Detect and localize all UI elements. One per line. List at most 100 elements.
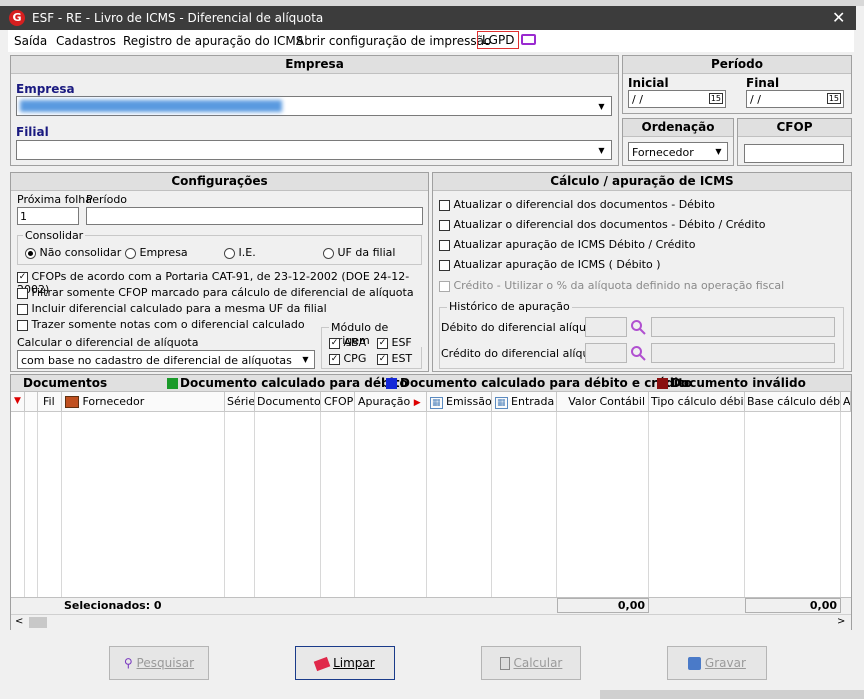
checkbox[interactable]: ✓ [17,271,28,283]
checkbox[interactable]: ✓ [329,353,340,365]
chevron-down-icon[interactable]: ▼ [298,352,313,367]
monitor-icon[interactable] [521,34,536,45]
check-incluir-diferencial[interactable]: Incluir diferencial calculado para a mes… [17,302,327,315]
check-atualizar-debito-credito[interactable]: Atualizar o diferencial dos documentos -… [439,218,766,231]
calcular-diferencial-select[interactable]: com base no cadastro de diferencial de a… [17,350,315,369]
checkbox[interactable] [439,219,450,231]
chevron-down-icon[interactable]: ▼ [711,144,726,159]
inicial-label: Inicial [628,76,669,90]
cfop-input[interactable] [744,144,844,163]
checkbox[interactable] [17,303,28,315]
check-cpg[interactable]: ✓ CPG [329,352,366,365]
menu-registro-apuracao[interactable]: Registro de apuração do ICMS [123,34,303,48]
col-emissao[interactable]: ▦ Emissão [427,392,492,412]
legend-swatch-debito-credito [386,378,397,389]
proxima-folha-label: Próxima folha [17,193,93,206]
title-bar: G ESF - RE - Livro de ICMS - Diferencial… [0,6,856,30]
empresa-select[interactable]: ▼ [16,96,612,116]
inicial-date-input[interactable]: / / 15 [628,90,726,108]
documentos-grid[interactable]: ▼ Fil Fornecedor Série Documento CFOP Ap… [11,392,851,607]
check-esf[interactable]: ✓ ESF [377,336,412,349]
col-apuracao[interactable]: Apuração ▶ [355,392,427,412]
horizontal-scrollbar[interactable]: < > [11,614,851,630]
check-atualizar-debito[interactable]: Atualizar o diferencial dos documentos -… [439,198,715,211]
legend-invalido: Documento inválido [671,376,806,390]
col-emissao-label: Emissão [446,395,492,408]
check-apuracao-debito[interactable]: Atualizar apuração de ICMS ( Débito ) [439,258,661,271]
menu-saida[interactable]: Saída [14,34,47,48]
col-entrada-label: Entrada [511,395,555,408]
proxima-folha-value: 1 [20,210,27,223]
col-cfop[interactable]: CFOP [321,392,355,412]
scroll-left-icon[interactable]: < [15,616,23,627]
check-apuracao-debito-credito[interactable]: Atualizar apuração de ICMS Débito / Créd… [439,238,695,251]
col-fornecedor[interactable]: Fornecedor [62,392,225,412]
limpar-button[interactable]: Limpar [295,646,395,680]
checkbox[interactable] [439,239,450,251]
check-trazer-notas[interactable]: Trazer somente notas com o diferencial c… [17,318,305,331]
col-fil[interactable]: Fil [38,392,62,412]
radio-nao-consolidar[interactable]: Não consolidar [25,246,121,259]
check-filtrar-cfop[interactable]: Filtrar somente CFOP marcado para cálcul… [17,286,414,299]
checkbox[interactable]: ✓ [329,337,340,349]
radio-empresa[interactable]: Empresa [125,246,188,259]
radio-button[interactable] [25,247,36,259]
checkbox[interactable]: ✓ [377,337,388,349]
grid-col-line [25,412,38,607]
checkbox[interactable] [17,287,28,299]
menu-bar: Saída Cadastros Registro de apuração do … [8,30,854,52]
check-aba[interactable]: ✓ ABA [329,336,366,349]
checkbox[interactable] [439,259,450,271]
debito-code-input[interactable] [585,317,627,337]
legend-debito-credito: Documento calculado para débito e crédit… [400,376,693,390]
scroll-thumb[interactable] [29,617,47,628]
credito-code-input[interactable] [585,343,627,363]
documentos-title: Documentos [23,376,108,390]
search-icon[interactable] [630,319,646,335]
sort-arrow-icon[interactable]: ▼ [11,392,25,412]
close-icon[interactable]: ✕ [832,8,845,27]
col-documento[interactable]: Documento [255,392,321,412]
proxima-folha-input[interactable]: 1 [17,207,79,225]
radio-button[interactable] [224,247,235,259]
checkbox[interactable] [17,319,28,331]
calendar-icon[interactable]: 15 [826,93,841,104]
configuracoes-header: Configurações [11,173,428,191]
checkbox[interactable] [439,199,450,211]
play-icon: ▶ [413,398,421,408]
legend-debito: Documento calculado para débito [180,376,408,390]
radio-button[interactable] [323,247,334,259]
menu-cadastros[interactable]: Cadastros [56,34,116,48]
periodo-config-input[interactable] [86,207,423,225]
chevron-down-icon[interactable]: ▼ [594,99,609,114]
radio-uf-filial[interactable]: UF da filial [323,246,395,259]
scroll-right-icon[interactable]: > [837,616,845,627]
total-valor-contabil: 0,00 [557,598,649,613]
check-est[interactable]: ✓ EST [377,352,412,365]
ordenacao-panel: Ordenação Fornecedor ▼ [622,118,734,166]
menu-lgpd[interactable]: LGPD [477,31,520,49]
radio-ie[interactable]: I.E. [224,246,256,259]
radio-button[interactable] [125,247,136,259]
pesquisar-label: Pesquisar [136,656,195,670]
filial-label: Filial [16,125,49,139]
gravar-button[interactable]: Gravar [667,646,767,680]
col-select[interactable] [25,392,38,412]
col-base-calculo-debito[interactable]: Base cálculo débito [745,392,841,412]
search-icon[interactable] [630,345,646,361]
checkbox[interactable]: ✓ [377,353,388,365]
calendar-icon[interactable]: 15 [708,93,723,104]
col-a[interactable]: A [841,392,851,412]
col-entrada[interactable]: ▦ Entrada [492,392,557,412]
col-valor-contabil[interactable]: Valor Contábil [557,392,649,412]
col-serie[interactable]: Série [225,392,255,412]
col-tipo-calculo-debito[interactable]: Tipo cálculo débito [649,392,745,412]
pesquisar-button[interactable]: ⚲ Pesquisar [109,646,209,680]
checkbox-label: Incluir diferencial calculado para a mes… [31,302,327,315]
chevron-down-icon[interactable]: ▼ [594,143,609,158]
filial-select[interactable]: ▼ [16,140,612,160]
calcular-button[interactable]: Calcular [481,646,581,680]
final-date-input[interactable]: / / 15 [746,90,844,108]
menu-abrir-configuracao[interactable]: Abrir configuração de impressão [296,34,491,48]
ordenacao-select[interactable]: Fornecedor ▼ [628,142,728,161]
